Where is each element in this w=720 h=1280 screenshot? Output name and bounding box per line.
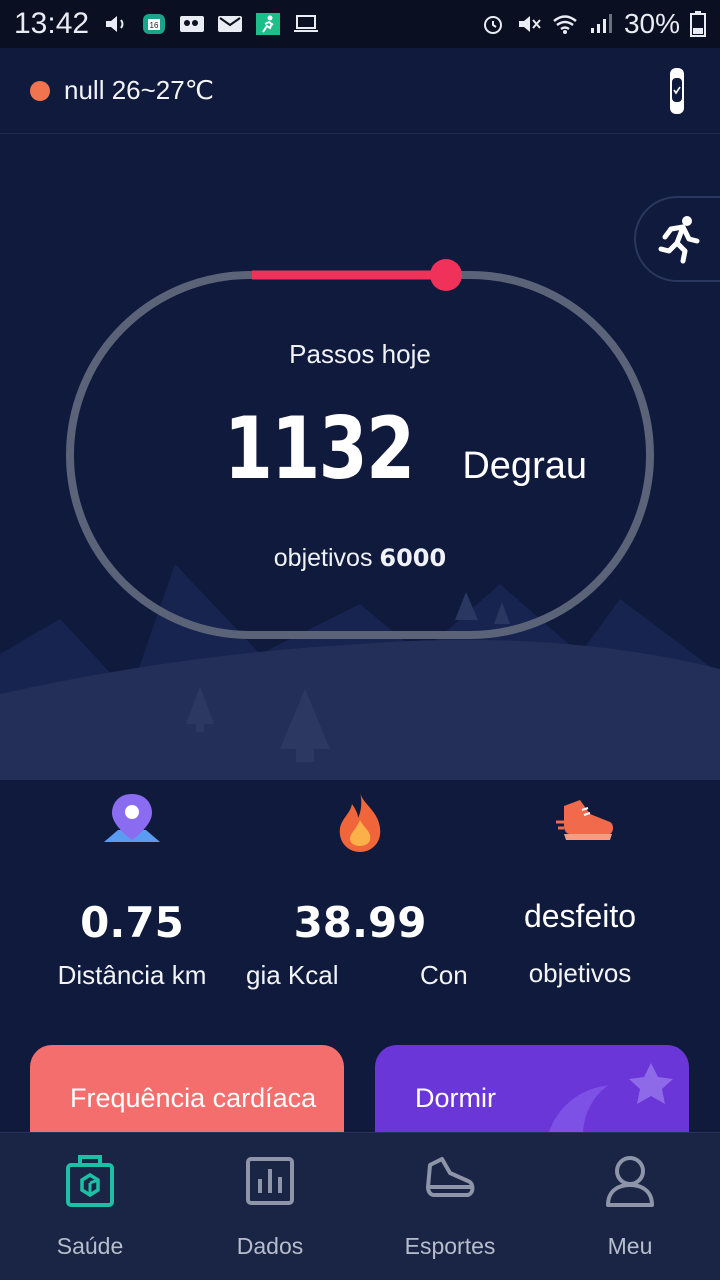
steps-readout: 1132 Degrau — [0, 399, 720, 499]
nav-data-label: Dados — [236, 1233, 304, 1259]
steps-count: 1132 — [223, 399, 415, 499]
steps-hero: Passos hoje 1132 Degrau objetivos 6000 — [0, 134, 720, 780]
sneaker-icon — [556, 800, 613, 840]
nav-health[interactable]: Saúde — [0, 1133, 180, 1280]
nav-sports-label: Esportes — [404, 1233, 496, 1259]
sleep-title: Dormir — [415, 1083, 496, 1113]
truncated-label: Con — [420, 960, 468, 990]
chart-icon — [246, 1157, 294, 1205]
nav-profile-label: Meu — [607, 1233, 653, 1259]
bottom-navigation: Saúde Dados Esportes Meu — [0, 1132, 720, 1280]
flame-icon — [339, 792, 381, 852]
goal-label: objetivos — [273, 544, 373, 572]
weather-indicator — [30, 80, 50, 101]
calories-value: 38.99 — [293, 898, 427, 947]
location-pin-icon — [104, 794, 160, 842]
health-icon — [66, 1155, 114, 1207]
running-icon — [658, 216, 700, 264]
goal-value: 6000 — [379, 544, 447, 572]
nav-sports[interactable]: Esportes — [360, 1133, 540, 1280]
steps-unit: Degrau — [462, 445, 587, 487]
sports-shoe-icon — [426, 1157, 475, 1197]
distance-label: Distância km — [57, 960, 207, 990]
volume-icon — [106, 16, 124, 32]
weather-text: null 26~27℃ — [64, 75, 214, 105]
nav-health-label: Saúde — [56, 1233, 124, 1259]
heart-rate-title: Frequência cardíaca — [70, 1083, 317, 1113]
status-bar: 13:42 16 30% — [0, 0, 720, 48]
battery-icon — [690, 11, 706, 37]
mail-icon — [218, 16, 243, 32]
battery-percent: 30% — [623, 8, 680, 39]
svg-text:16: 16 — [150, 21, 159, 30]
top-header: null 26~27℃ — [0, 48, 720, 134]
start-run-button[interactable] — [634, 196, 720, 282]
steps-goal: objetivos 6000 — [0, 544, 720, 573]
laptop-icon — [294, 15, 319, 32]
alarm-icon — [483, 16, 502, 34]
distance-value: 0.75 — [80, 898, 184, 947]
nav-profile[interactable]: Meu — [540, 1133, 720, 1280]
calendar-icon: 16 — [143, 14, 166, 34]
mute-icon — [518, 16, 541, 32]
wifi-icon — [553, 15, 577, 34]
band-icon[interactable] — [666, 68, 688, 114]
voicemail-icon — [180, 16, 205, 32]
profile-icon — [606, 1156, 654, 1207]
nav-data[interactable]: Dados — [180, 1133, 360, 1280]
goal-status-label: objetivos — [528, 958, 632, 988]
stats-row: 0.75 Distância km 38.99 gia Kcal desfeit… — [0, 780, 720, 1040]
status-time: 13:42 — [14, 7, 90, 40]
steps-today-label: Passos hoje — [289, 339, 431, 369]
fitness-app-icon — [256, 13, 281, 35]
signal-icon — [590, 14, 612, 33]
goal-status-value: desfeito — [523, 898, 637, 934]
